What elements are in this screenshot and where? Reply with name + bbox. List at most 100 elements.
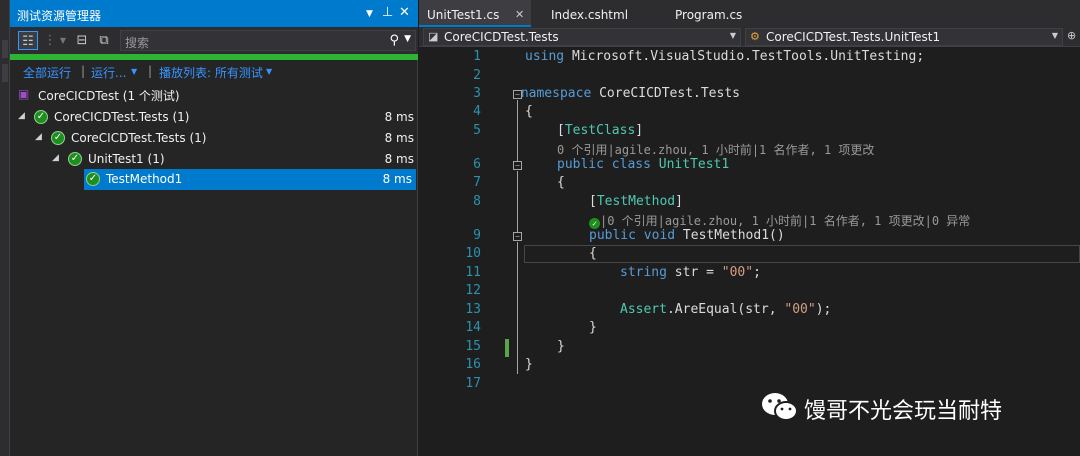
line-number: 14 (465, 320, 481, 335)
code-text: ] (635, 123, 644, 138)
type-name: UnitTest1 (658, 157, 730, 172)
test-explorer-titlebar: 测试资源管理器 ▼ ⊥ ✕ (10, 0, 418, 27)
tree-label: CoreCICDTest.Tests (1) (71, 131, 207, 145)
attribute: TestClass (564, 123, 636, 138)
collapse-icon[interactable]: ◢ (35, 132, 42, 142)
tab-program[interactable]: Program.cs (667, 0, 757, 27)
editor-tabs: UnitTest1.cs ✕ Index.cshtml Program.cs (419, 0, 1080, 27)
tab-index[interactable]: Index.cshtml (543, 0, 643, 27)
code-text: ); (815, 302, 832, 317)
passed-icon: ✓ (86, 172, 100, 186)
line-number: 2 (473, 68, 481, 83)
separator: | (148, 64, 153, 78)
split-icon[interactable]: ⊕ (1067, 29, 1076, 42)
playlist-dropdown-icon[interactable]: ▼ (266, 67, 272, 76)
tree-label: CoreCICDTest.Tests (1) (54, 110, 190, 124)
code-line: { (557, 175, 565, 190)
search-input[interactable]: 搜索 (125, 34, 149, 51)
passed-icon: ✓ (51, 131, 65, 145)
current-line-highlight (524, 245, 1080, 263)
code-text: .AreEqual(str, (666, 302, 785, 317)
separator: | (81, 64, 86, 78)
close-icon[interactable]: ✕ (399, 5, 410, 20)
duration: 8 ms (384, 152, 414, 166)
line-number: 15 (465, 339, 481, 354)
code-text: [ (589, 194, 597, 209)
code-line: { (589, 246, 597, 261)
type-dropdown[interactable]: ⚙ CoreCICDTest.Tests.UnitTest1 ▼ (745, 28, 1063, 46)
project-dropdown-value: CoreCICDTest.Tests (444, 30, 559, 44)
duration: 8 ms (384, 131, 414, 145)
tree-row[interactable]: ◢ ✓ CoreCICDTest.Tests (1) 8 ms (10, 107, 418, 128)
passed-icon: ✓ (34, 110, 48, 124)
fold-guide (517, 171, 518, 232)
tab-label: Index.cshtml (551, 8, 629, 22)
collapse-icon[interactable]: ◢ (18, 111, 25, 121)
code-text: [ (557, 123, 565, 138)
tab-unittest1[interactable]: UnitTest1.cs ✕ (419, 0, 531, 27)
pin-icon[interactable]: ⊥ (382, 5, 393, 20)
code-text: CoreCICDTest.Tests (591, 86, 740, 101)
code-line: public void TestMethod1() (589, 228, 785, 243)
string-literal: "00" (784, 302, 816, 317)
filter-dropdown-icon[interactable]: ▼ (58, 31, 68, 50)
run-all-link[interactable]: 全部运行 (23, 64, 71, 81)
window-position-dropdown-icon[interactable]: ▼ (366, 9, 373, 19)
fold-toggle[interactable]: − (513, 161, 522, 170)
tree-label: TestMethod1 (106, 172, 183, 186)
search-icon[interactable]: ⚲ (389, 33, 399, 48)
code-line: string str = "00"; (620, 265, 761, 280)
tree-row[interactable]: ◢ ✓ CoreCICDTest.Tests (1) 8 ms (10, 128, 418, 149)
collapse-icon[interactable]: ◢ (52, 153, 59, 163)
ide-window: 测试资源管理器 ▼ ⊥ ✕ ☷ ⋮ ▼ ⊟ ⧉ 搜索 ⚲ ▼ 全部运行 | 运行… (0, 0, 1080, 456)
change-marker (505, 339, 509, 357)
fold-toggle[interactable]: − (513, 232, 522, 241)
playlist-link[interactable]: 播放列表: 所有测试 (159, 64, 263, 81)
duration: 8 ms (384, 110, 414, 124)
layout-icon[interactable]: ⧉ (94, 31, 114, 50)
line-number: 6 (473, 157, 481, 172)
line-number: 7 (473, 175, 481, 190)
tree-row[interactable]: ◢ ✓ UnitTest1 (1) 8 ms (10, 149, 418, 170)
watermark-text: 馒哥不光会玩当耐特 (804, 399, 1003, 424)
toolbox-tab[interactable] (2, 40, 8, 58)
wechat-icon (762, 393, 798, 421)
server-explorer-tab[interactable] (2, 64, 8, 82)
line-number: 17 (465, 376, 481, 391)
code-line: } (589, 320, 597, 335)
type-name: Assert (620, 302, 667, 317)
tree-row-selected[interactable]: ✓ TestMethod1 8 ms (84, 169, 416, 190)
keyword: string (620, 265, 667, 280)
line-number: 1 (473, 49, 481, 64)
code-line: [TestMethod] (589, 194, 683, 209)
keyword: public (557, 157, 604, 172)
group-label: CoreCICDTest (1 个测试) (38, 89, 180, 103)
run-dropdown-icon[interactable]: ▼ (131, 67, 137, 76)
test-explorer-toolbar: ☷ ⋮ ▼ ⊟ ⧉ 搜索 ⚲ ▼ (10, 27, 418, 54)
test-group-header[interactable]: ▣ CoreCICDTest (1 个测试) (10, 84, 418, 104)
keyword: void (643, 228, 676, 243)
navigation-bar: ◪ CoreCICDTest.Tests ▼ ⚙ CoreCICDTest.Te… (419, 27, 1080, 47)
tab-close-icon[interactable]: ✕ (515, 8, 524, 21)
code-line: } (557, 339, 565, 354)
attribute: TestMethod (596, 194, 676, 209)
test-explorer-title: 测试资源管理器 (17, 9, 102, 23)
run-dropdown-link[interactable]: 运行... (91, 64, 126, 81)
tab-label: UnitTest1.cs (427, 8, 500, 22)
group-by-icon[interactable]: ☷ (18, 31, 38, 50)
code-line: [TestClass] (557, 123, 643, 138)
type-dropdown-value: CoreCICDTest.Tests.UnitTest1 (766, 30, 941, 44)
filter-icon[interactable]: ⋮ (40, 31, 60, 50)
codelens-class[interactable]: 0 个引用|agile.zhou, 1 小时前|1 名作者, 1 项更改 (557, 141, 874, 158)
class-icon: ⚙ (750, 30, 760, 43)
code-line: public class UnitTest1 (557, 157, 729, 172)
search-options-dropdown-icon[interactable]: ▼ (404, 34, 411, 44)
keyword: using (525, 49, 565, 64)
codelens-method[interactable]: ✓ |0 个引用|agile.zhou, 1 小时前|1 名作者, 1 项更改|0… (589, 212, 970, 229)
search-box[interactable]: 搜索 ⚲ ▼ (120, 30, 416, 51)
expand-all-icon[interactable]: ⊟ (72, 31, 92, 50)
passed-icon: ✓ (68, 152, 82, 166)
cs-file-icon: ◪ (428, 30, 439, 43)
project-dropdown[interactable]: ◪ CoreCICDTest.Tests ▼ (423, 28, 741, 46)
code-line: Assert.AreEqual(str, "00"); (620, 302, 831, 317)
